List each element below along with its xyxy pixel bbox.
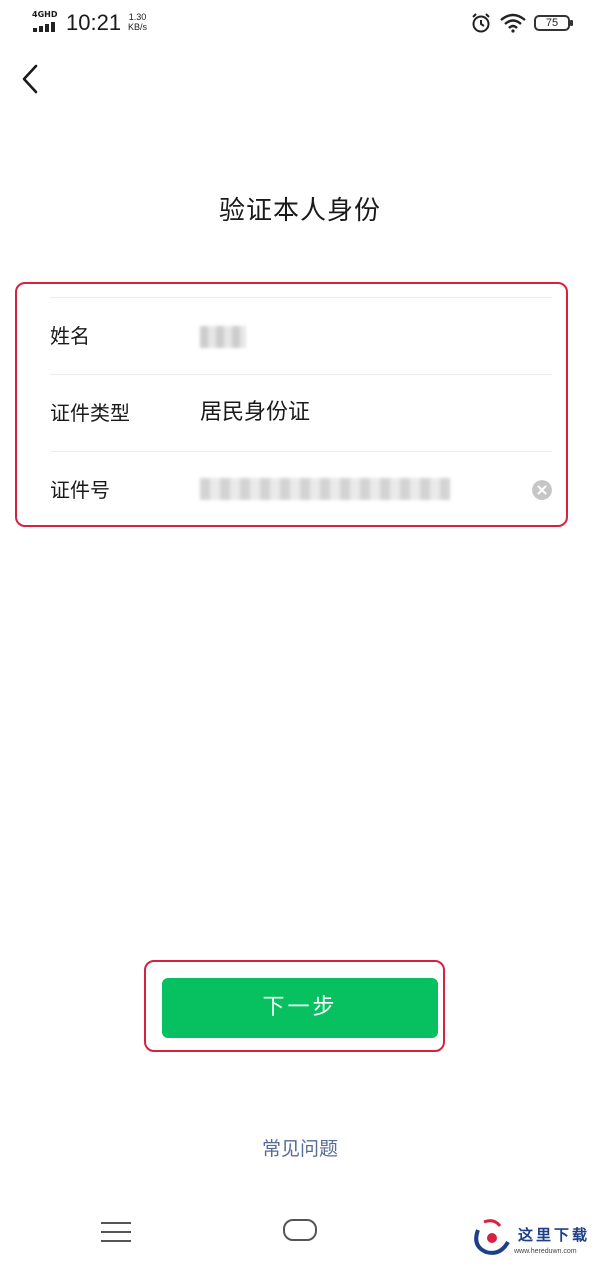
network-speed: 1.30 KB/s	[128, 12, 147, 32]
watermark-logo-icon	[474, 1219, 510, 1255]
back-chevron-icon[interactable]	[18, 62, 46, 96]
id-type-value[interactable]: 居民身份证	[200, 375, 310, 451]
id-number-redacted	[200, 478, 450, 500]
faq-link[interactable]: 常见问题	[0, 1134, 600, 1161]
watermark: 这里下载 www.hereduwn.com	[468, 1210, 596, 1266]
alarm-icon	[472, 13, 490, 33]
speed-value: 1.30	[128, 12, 147, 22]
signal-icon: 4GHD	[32, 10, 60, 34]
id-number-label: 证件号	[50, 478, 110, 502]
status-bar: 4GHD 10:21 1.30 KB/s 75	[0, 0, 600, 48]
wifi-icon	[500, 13, 526, 33]
next-button[interactable]: 下一步	[162, 978, 438, 1038]
id-type-row[interactable]: 证件类型 居民身份证	[50, 375, 552, 452]
status-time: 10:21	[66, 10, 122, 35]
menu-icon[interactable]	[101, 1220, 131, 1244]
id-type-label: 证件类型	[50, 401, 130, 425]
name-row[interactable]: 姓名	[50, 298, 552, 375]
id-number-row[interactable]: 证件号	[50, 452, 552, 528]
identity-form: 姓名 证件类型 居民身份证 证件号	[15, 282, 568, 527]
page-title: 验证本人身份	[218, 196, 381, 226]
name-redacted	[200, 326, 246, 348]
speed-unit: KB/s	[128, 22, 148, 32]
name-label: 姓名	[50, 324, 90, 348]
network-type: 4GHD	[32, 10, 58, 19]
battery-icon: 75	[534, 15, 573, 31]
home-icon[interactable]	[283, 1219, 317, 1241]
watermark-url: www.hereduwn.com	[514, 1248, 577, 1255]
watermark-text: 这里下载	[518, 1226, 591, 1244]
clear-circle-icon[interactable]	[532, 480, 552, 500]
